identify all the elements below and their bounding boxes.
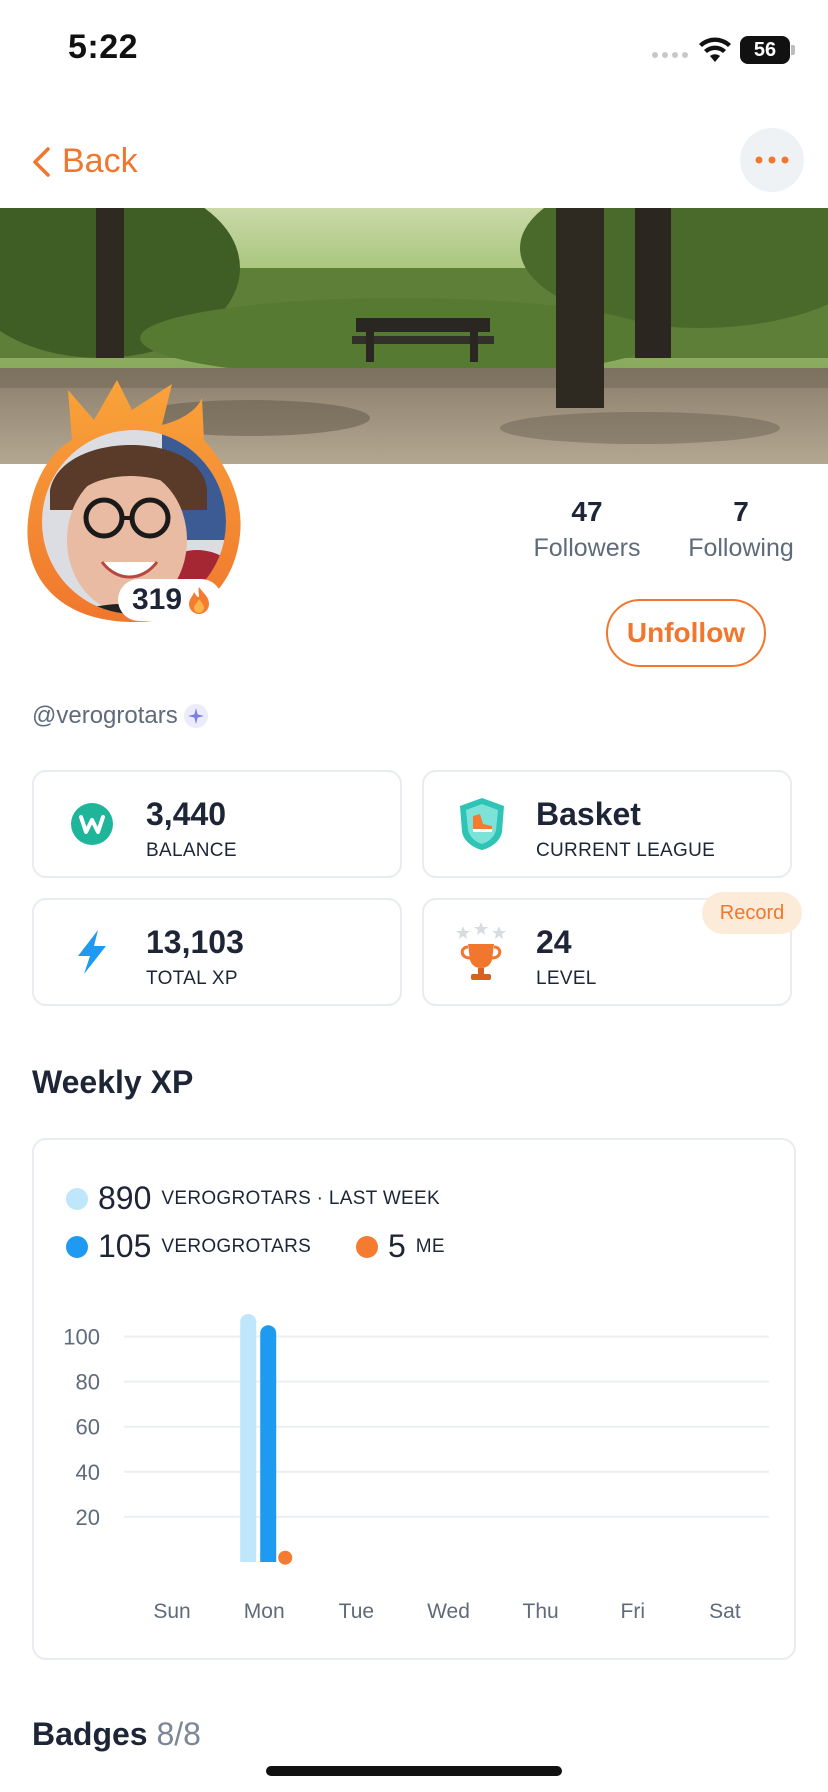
bar-verogrotars-last-week-mon	[240, 1313, 257, 1562]
total-xp-label: TOTAL XP	[146, 968, 238, 989]
following-stat[interactable]: 7 Following	[661, 496, 821, 563]
weekly-xp-title: Weekly XP	[32, 1064, 194, 1100]
level-label: LEVEL	[536, 968, 597, 989]
coin-icon	[71, 803, 113, 845]
balance-label: BALANCE	[146, 840, 237, 861]
streak-count: 319	[132, 583, 183, 616]
followers-stat[interactable]: 47 Followers	[507, 496, 667, 563]
legend-me-value: 5	[388, 1228, 406, 1264]
x-tick-label: Wed	[427, 1600, 470, 1623]
legend-last-week-label: VEROGROTARS · LAST WEEK	[161, 1187, 440, 1209]
record-badge: Record	[702, 892, 802, 934]
streak-badge: 319	[118, 579, 223, 621]
league-shield-icon	[460, 798, 504, 850]
x-tick-label: Tue	[339, 1600, 374, 1623]
y-tick-label: 40	[76, 1460, 100, 1485]
sparkle-icon	[183, 704, 208, 728]
x-tick-label: Sun	[153, 1600, 190, 1623]
x-tick-label: Fri	[621, 1600, 646, 1623]
balance-card: 3,440 BALANCE	[32, 770, 402, 878]
back-button[interactable]: Back	[30, 142, 138, 181]
legend-last-week: 890 VEROGROTARS · LAST WEEK	[66, 1180, 440, 1217]
more-options-button[interactable]	[740, 128, 804, 192]
status-time: 5:22	[68, 28, 139, 66]
legend-last-week-value: 890	[98, 1180, 152, 1216]
legend-user-value: 105	[98, 1228, 152, 1264]
badges-title: Badges 8/8	[32, 1716, 201, 1753]
y-tick-label: 20	[76, 1505, 100, 1530]
y-tick-label: 60	[76, 1415, 100, 1440]
more-dots-icon	[755, 156, 789, 164]
badges-count: 8/8	[156, 1716, 201, 1752]
x-tick-label: Thu	[523, 1600, 559, 1623]
following-count: 7	[733, 496, 749, 527]
balance-value: 3,440	[146, 796, 227, 832]
followers-label: Followers	[533, 534, 641, 562]
back-label: Back	[62, 142, 138, 180]
home-indicator	[266, 1766, 562, 1776]
legend-dot-me	[356, 1235, 378, 1258]
badges-title-text: Badges	[32, 1716, 148, 1752]
username: @verogrotars	[32, 702, 208, 730]
followers-count: 47	[571, 496, 603, 527]
username-text: @verogrotars	[32, 702, 178, 729]
total-xp-card: 13,103 TOTAL XP	[32, 898, 402, 1006]
chevron-left-icon	[33, 146, 50, 177]
battery-icon: 56	[740, 36, 790, 64]
y-tick-label: 80	[76, 1370, 100, 1395]
weekly-xp-bar-chart: 100 80 60 40 20 Sun Mon Tue Wed Thu Fri Sat	[63, 1313, 769, 1623]
battery-nub	[791, 45, 795, 55]
bar-base	[240, 1554, 257, 1562]
lightning-icon	[78, 930, 106, 974]
legend-me: 5 ME	[356, 1228, 445, 1265]
unfollow-button[interactable]: Unfollow	[606, 599, 766, 667]
cellular-signal-icon	[652, 52, 688, 58]
legend-me-label: ME	[415, 1235, 445, 1257]
league-label: CURRENT LEAGUE	[536, 840, 716, 861]
y-tick-label: 100	[63, 1325, 100, 1350]
level-value: 24	[536, 924, 572, 960]
wifi-icon	[699, 37, 731, 62]
legend-dot-user	[66, 1235, 88, 1258]
league-card[interactable]: Basket CURRENT LEAGUE	[422, 770, 792, 878]
legend-user: 105 VEROGROTARS	[66, 1228, 311, 1265]
bar-verogrotars-mon	[260, 1325, 277, 1562]
total-xp-value: 13,103	[146, 924, 244, 960]
league-value: Basket	[536, 796, 641, 832]
legend-user-label: VEROGROTARS	[161, 1235, 312, 1257]
x-tick-label: Sat	[709, 1600, 741, 1623]
flame-icon	[189, 587, 210, 614]
legend-dot-last-week	[66, 1187, 88, 1210]
trophy-icon	[456, 922, 506, 980]
weekly-xp-chart-card: 890 VEROGROTARS · LAST WEEK 105 VEROGROT…	[32, 1138, 796, 1660]
x-tick-label: Mon	[244, 1600, 285, 1623]
bar-me-mon	[278, 1550, 293, 1565]
following-label: Following	[688, 534, 794, 562]
bar-base	[260, 1554, 277, 1562]
